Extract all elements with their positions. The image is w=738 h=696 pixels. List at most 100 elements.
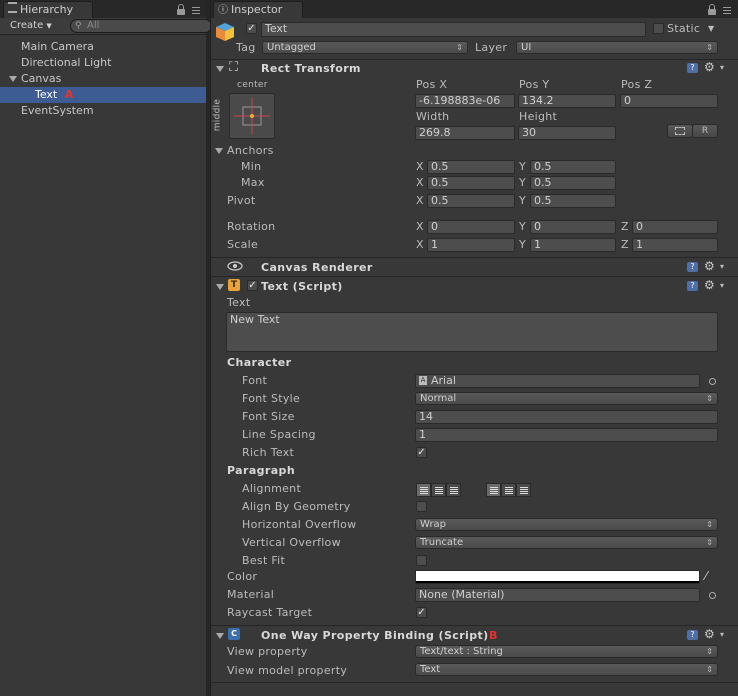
hierarchy-item-directional-light[interactable]: Directional Light — [0, 55, 206, 71]
hierarchy-item-eventsystem[interactable]: EventSystem — [0, 103, 206, 119]
inspector-tab[interactable]: ⓘ Inspector — [213, 1, 303, 18]
font-size-field[interactable]: 14 — [415, 410, 718, 424]
raycast-target-checkbox[interactable]: ✓ — [416, 607, 427, 618]
min-label: Min — [241, 160, 262, 173]
hierarchy-item-text[interactable]: Text A — [0, 87, 206, 103]
layer-dropdown[interactable]: UI ⇕ — [516, 41, 718, 54]
panel-menu-icon[interactable] — [723, 7, 731, 14]
pos-z-label: Pos Z — [621, 78, 653, 91]
alignment-label: Alignment — [242, 482, 302, 495]
hierarchy-tab[interactable]: Hierarchy — [3, 1, 93, 18]
active-checkbox[interactable]: ✓ — [246, 23, 257, 34]
divider — [211, 625, 738, 626]
text-value-area[interactable]: New Text — [226, 312, 718, 352]
font-field[interactable]: A Arial — [415, 374, 700, 388]
color-label: Color — [227, 570, 258, 583]
blueprint-mode-button[interactable] — [667, 124, 693, 138]
font-style-dropdown[interactable]: Normal ⇕ — [415, 392, 718, 405]
dropdown-arrow-icon: ⇕ — [706, 665, 713, 674]
anchor-max-x-field[interactable]: 0.5 — [427, 176, 515, 190]
raycast-target-label: Raycast Target — [227, 606, 313, 619]
inspector-tabbar: ⓘ Inspector — [211, 0, 738, 18]
gear-icon[interactable]: ⚙ — [704, 260, 715, 272]
text-enabled-checkbox[interactable]: ✓ — [247, 280, 258, 291]
view-property-dropdown[interactable]: Text/text : String ⇕ — [415, 645, 718, 658]
eyedropper-icon[interactable]: ⁄ — [705, 569, 707, 583]
scale-z-field[interactable]: 1 — [632, 238, 718, 252]
paragraph-header: Paragraph — [227, 464, 296, 477]
anchor-preset-button[interactable] — [229, 93, 275, 139]
anchor-max-y-field[interactable]: 0.5 — [530, 176, 616, 190]
pos-y-field[interactable]: 134.2 — [518, 94, 616, 108]
font-size-label: Font Size — [242, 410, 295, 423]
help-icon[interactable]: ? — [687, 63, 698, 73]
binding-script-foldout-icon[interactable] — [216, 633, 224, 639]
hierarchy-item-canvas[interactable]: Canvas — [0, 71, 206, 87]
width-field[interactable]: 269.8 — [415, 126, 515, 140]
view-model-property-dropdown[interactable]: Text ⇕ — [415, 663, 718, 676]
material-field[interactable]: None (Material) — [415, 588, 700, 602]
horizontal-overflow-dropdown[interactable]: Wrap ⇕ — [415, 518, 718, 531]
scale-y-field[interactable]: 1 — [530, 238, 616, 252]
lock-icon[interactable] — [177, 4, 185, 15]
max-label: Max — [241, 176, 265, 189]
static-dropdown-arrow-icon[interactable]: ▼ — [708, 22, 714, 36]
object-picker-icon[interactable] — [709, 378, 716, 385]
anchors-label: Anchors — [227, 144, 274, 157]
object-picker-icon[interactable] — [709, 592, 716, 599]
gear-icon[interactable]: ⚙ — [704, 628, 715, 640]
component-menu-icon[interactable]: ▾ — [720, 260, 724, 274]
rotation-x-field[interactable]: 0 — [427, 220, 515, 234]
align-middle-button[interactable] — [501, 483, 516, 497]
component-menu-icon[interactable]: ▾ — [720, 628, 724, 642]
hierarchy-search-input[interactable]: ⚲ All — [70, 19, 212, 33]
static-checkbox[interactable] — [653, 23, 664, 34]
color-swatch[interactable] — [415, 570, 700, 584]
text-script-foldout-icon[interactable] — [216, 284, 224, 290]
rotation-y-field[interactable]: 0 — [530, 220, 616, 234]
divider — [211, 59, 738, 60]
align-left-button[interactable] — [416, 483, 431, 497]
align-center-button[interactable] — [431, 483, 446, 497]
material-label: Material — [227, 588, 275, 601]
rect-transform-icon: ⛶ — [229, 60, 239, 75]
line-spacing-field[interactable]: 1 — [415, 428, 718, 442]
pivot-x-field[interactable]: 0.5 — [427, 194, 515, 208]
panel-menu-icon[interactable] — [192, 7, 200, 14]
gear-icon[interactable]: ⚙ — [704, 61, 715, 73]
anchor-min-x-field[interactable]: 0.5 — [427, 160, 515, 174]
create-button[interactable]: Create ▼ — [10, 19, 52, 33]
tag-dropdown[interactable]: Untagged ⇕ — [262, 41, 468, 54]
dropdown-arrow-icon: ⇕ — [456, 43, 463, 52]
anchors-foldout-icon[interactable] — [215, 148, 223, 154]
anchor-min-y-field[interactable]: 0.5 — [530, 160, 616, 174]
rotation-z-field[interactable]: 0 — [632, 220, 718, 234]
align-top-button[interactable] — [486, 483, 501, 497]
align-bottom-button[interactable] — [516, 483, 531, 497]
dropdown-arrow-icon: ▼ — [46, 22, 52, 30]
raw-edit-button[interactable]: R — [692, 124, 718, 138]
pos-z-field[interactable]: 0 — [620, 94, 718, 108]
object-name-field[interactable]: Text — [261, 22, 646, 37]
rect-transform-foldout-icon[interactable] — [216, 66, 224, 72]
align-by-geometry-checkbox[interactable] — [416, 501, 427, 512]
hierarchy-item-main-camera[interactable]: Main Camera — [0, 39, 206, 55]
component-menu-icon[interactable]: ▾ — [720, 61, 724, 75]
best-fit-checkbox[interactable] — [416, 555, 427, 566]
align-right-button[interactable] — [446, 483, 461, 497]
height-field[interactable]: 30 — [518, 126, 616, 140]
help-icon[interactable]: ? — [687, 630, 698, 640]
lock-icon[interactable] — [708, 4, 716, 15]
hierarchy-tabbar: Hierarchy — [0, 0, 206, 18]
gear-icon[interactable]: ⚙ — [704, 279, 715, 291]
rich-text-checkbox[interactable]: ✓ — [416, 447, 427, 458]
help-icon[interactable]: ? — [687, 262, 698, 272]
foldout-arrow-icon[interactable] — [9, 76, 17, 82]
canvas-renderer-title: Canvas Renderer — [261, 261, 373, 274]
component-menu-icon[interactable]: ▾ — [720, 279, 724, 293]
help-icon[interactable]: ? — [687, 281, 698, 291]
scale-x-field[interactable]: 1 — [427, 238, 515, 252]
vertical-overflow-dropdown[interactable]: Truncate ⇕ — [415, 536, 718, 549]
pivot-y-field[interactable]: 0.5 — [530, 194, 616, 208]
pos-x-field[interactable]: -6.198883e-06 — [415, 94, 515, 108]
